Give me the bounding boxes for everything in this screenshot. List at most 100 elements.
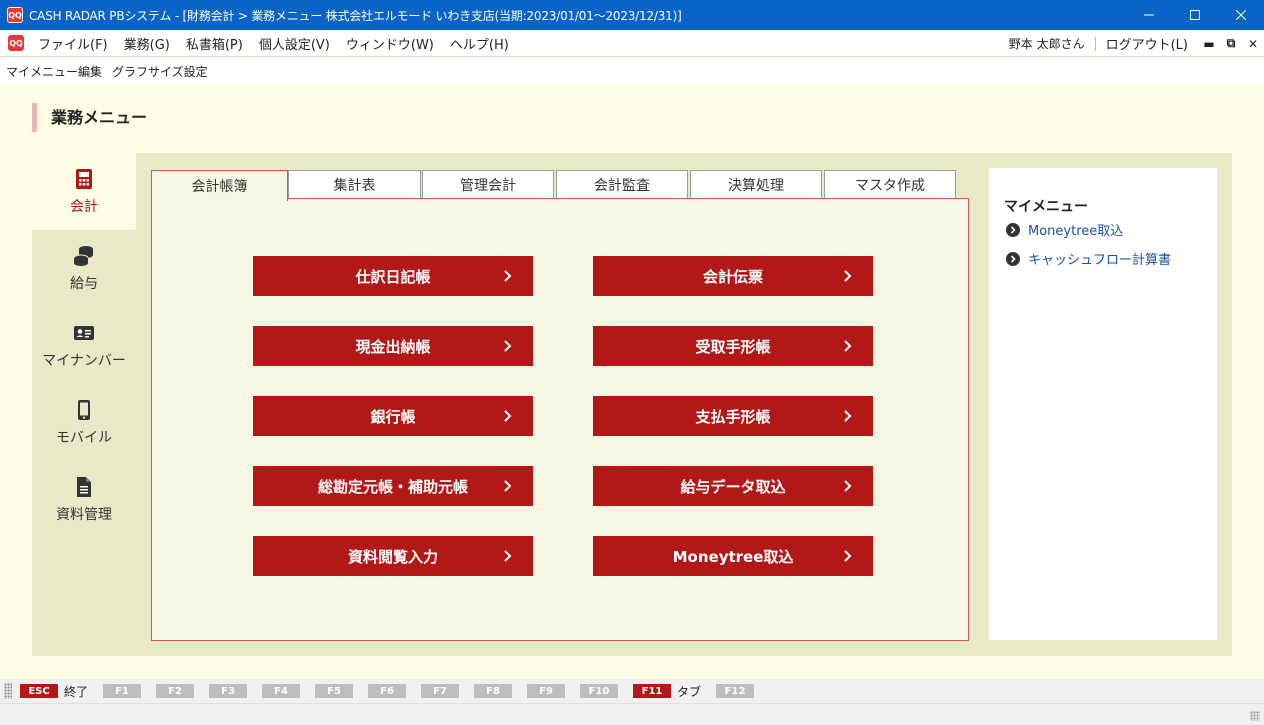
button-label: 仕訳日記帳 [355, 267, 431, 286]
grip-icon [4, 683, 12, 699]
fkey-esc-label: 終了 [64, 684, 89, 699]
fkey-esc[interactable]: ESC [20, 684, 58, 698]
mymenu-title: マイメニュー [1004, 199, 1088, 215]
tab-content: 仕訳日記帳 会計伝票 現金出納帳 受取手形帳 銀行帳 支払手形帳 総勘定元帳・補… [151, 198, 969, 641]
minimize-button[interactable] [1126, 0, 1172, 30]
fkey-f9[interactable]: F9 [527, 684, 566, 698]
mdi-close-icon[interactable]: ✕ [1242, 37, 1264, 51]
mymenu-item-cashflow[interactable]: キャッシュフロー計算書 [1006, 249, 1171, 268]
fkey-f11-label: タブ [677, 684, 702, 699]
logout-button[interactable]: ログアウト(L) [1096, 34, 1198, 53]
tab-summary[interactable]: 集計表 [288, 170, 421, 199]
mdi-minimize-icon[interactable]: ▬ [1198, 37, 1220, 51]
chevron-right-icon [844, 410, 852, 422]
bankbook-button[interactable]: 銀行帳 [253, 396, 533, 436]
user-name: 野本 太郎さん [1008, 37, 1085, 51]
button-label: 銀行帳 [370, 407, 416, 426]
tab-management[interactable]: 管理会計 [422, 170, 554, 199]
document-icon [77, 476, 91, 497]
app-logo-icon: QQ [7, 7, 23, 23]
resize-grip-icon[interactable] [1250, 711, 1260, 721]
notes-payable-button[interactable]: 支払手形帳 [593, 396, 873, 436]
payroll-import-button[interactable]: 給与データ取込 [593, 466, 873, 506]
smartphone-icon [78, 399, 90, 420]
side-tab-label: 給与 [70, 275, 98, 292]
menu-bar: QQ ファイル(F) 業務(G) 私書箱(P) 個人設定(V) ウィンドウ(W)… [0, 30, 1264, 57]
chevron-circle-right-icon [1006, 251, 1020, 266]
document-browse-button[interactable]: 資料閲覧入力 [253, 536, 533, 576]
button-label: 支払手形帳 [695, 407, 771, 426]
graph-size-settings-button[interactable]: グラフサイズ設定 [108, 63, 212, 80]
fkey-f8[interactable]: F8 [474, 684, 513, 698]
general-ledger-button[interactable]: 総勘定元帳・補助元帳 [253, 466, 533, 506]
side-tab-label: モバイル [56, 429, 112, 446]
voucher-button[interactable]: 会計伝票 [593, 256, 873, 296]
fkey-f1[interactable]: F1 [103, 684, 142, 698]
close-button[interactable] [1218, 0, 1264, 30]
tab-ledger[interactable]: 会計帳簿 [151, 170, 288, 201]
cashbook-button[interactable]: 現金出納帳 [253, 326, 533, 366]
fkey-f6[interactable]: F6 [368, 684, 407, 698]
fkey-f5[interactable]: F5 [315, 684, 354, 698]
calculator-icon [76, 168, 92, 189]
toolbar: マイメニュー編集 グラフサイズ設定 [0, 58, 1264, 84]
tab-master[interactable]: マスタ作成 [824, 170, 956, 199]
chevron-right-icon [504, 270, 512, 282]
button-label: 受取手形帳 [695, 337, 771, 356]
fkey-f10[interactable]: F10 [580, 684, 619, 698]
chevron-right-icon [844, 270, 852, 282]
coins-icon [73, 245, 93, 266]
fkey-f11[interactable]: F11 [633, 684, 672, 698]
chevron-right-icon [504, 550, 512, 562]
side-tab-payroll[interactable]: 給与 [32, 230, 136, 307]
button-label: Moneytree取込 [672, 547, 794, 566]
maximize-icon [1190, 10, 1200, 20]
side-tab-mynumber[interactable]: マイナンバー [32, 307, 136, 384]
fkey-f2[interactable]: F2 [156, 684, 195, 698]
chevron-right-icon [844, 550, 852, 562]
chevron-circle-right-icon [1006, 222, 1020, 237]
app-menu-icon[interactable]: QQ [8, 35, 24, 51]
side-tab-documents[interactable]: 資料管理 [32, 461, 136, 538]
button-label: 総勘定元帳・補助元帳 [317, 477, 468, 496]
menu-help[interactable]: ヘルプ(H) [442, 34, 517, 53]
status-bar [0, 703, 1264, 725]
button-label: 会計伝票 [702, 267, 763, 286]
moneytree-import-button[interactable]: Moneytree取込 [593, 536, 873, 576]
window-title: CASH RADAR PBシステム - [財務会計 > 業務メニュー 株式会社エ… [29, 8, 682, 23]
fkey-f7[interactable]: F7 [421, 684, 460, 698]
journal-button[interactable]: 仕訳日記帳 [253, 256, 533, 296]
menu-window[interactable]: ウィンドウ(W) [338, 34, 442, 53]
fkey-f3[interactable]: F3 [209, 684, 248, 698]
button-label: 現金出納帳 [355, 337, 431, 356]
side-tab-mobile[interactable]: モバイル [32, 384, 136, 461]
button-label: 給与データ取込 [680, 477, 786, 496]
id-card-icon [74, 325, 94, 340]
mdi-restore-icon[interactable]: ⧉ [1220, 36, 1242, 51]
fkey-f12[interactable]: F12 [716, 684, 755, 698]
chevron-right-icon [844, 340, 852, 352]
tab-area: 会計帳簿 集計表 管理会計 会計監査 決算処理 マスタ作成 仕訳日記帳 会計伝票… [136, 153, 984, 656]
mymenu-panel: マイメニュー Moneytree取込 キャッシュフロー計算書 [989, 168, 1217, 640]
menu-file[interactable]: ファイル(F) [30, 34, 116, 53]
fkey-f4[interactable]: F4 [262, 684, 301, 698]
side-tab-label: 会計 [70, 198, 98, 215]
notes-receivable-button[interactable]: 受取手形帳 [593, 326, 873, 366]
tab-closing[interactable]: 決算処理 [690, 170, 822, 199]
button-label: 資料閲覧入力 [347, 547, 438, 566]
mymenu-item-label: キャッシュフロー計算書 [1028, 253, 1172, 268]
chevron-right-icon [504, 410, 512, 422]
menu-personal-settings[interactable]: 個人設定(V) [251, 34, 338, 53]
content-panel: 会計 給与 マイナンバー モバイル 資料管理 会計帳簿 集計表 管理会計 会計監… [32, 153, 1232, 656]
mymenu-item-moneytree[interactable]: Moneytree取込 [1006, 220, 1123, 239]
chevron-right-icon [844, 480, 852, 492]
function-key-bar: ESC 終了 F1 F2 F3 F4 F5 F6 F7 F8 F9 F10 F1… [0, 679, 1264, 703]
side-tab-accounting[interactable]: 会計 [32, 153, 136, 230]
side-tab-label: マイナンバー [42, 352, 126, 369]
tab-audit[interactable]: 会計監査 [556, 170, 688, 199]
menu-mailbox[interactable]: 私書箱(P) [178, 34, 251, 53]
edit-mymenu-button[interactable]: マイメニュー編集 [2, 63, 106, 80]
maximize-button[interactable] [1172, 0, 1218, 30]
page-title: 業務メニュー [32, 103, 147, 132]
menu-business[interactable]: 業務(G) [116, 34, 178, 53]
